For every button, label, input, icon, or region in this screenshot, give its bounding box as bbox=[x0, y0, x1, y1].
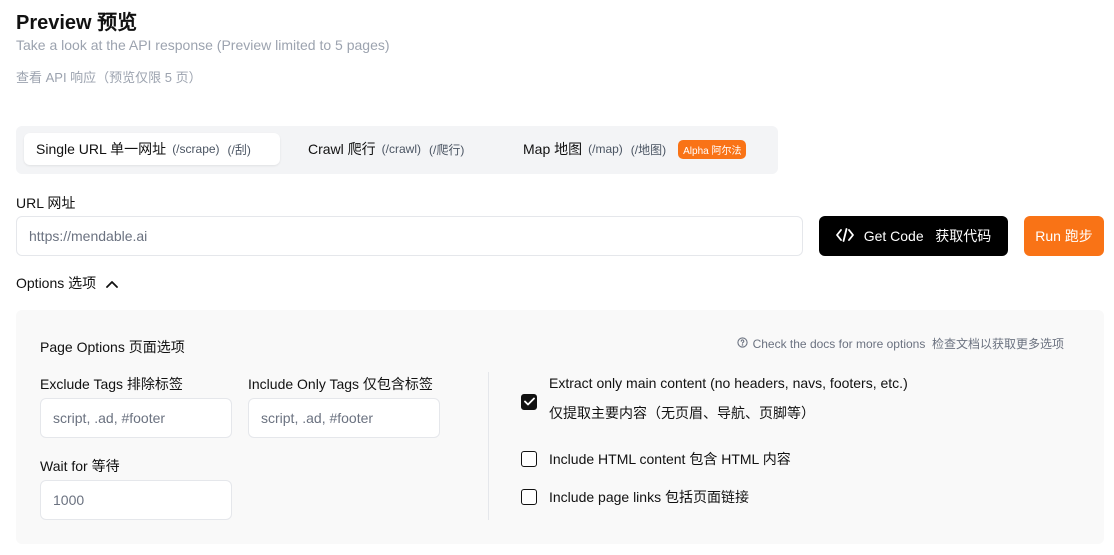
help-circle-icon bbox=[736, 336, 748, 351]
chevron-up-icon bbox=[106, 275, 119, 291]
tab-map[interactable]: Map 地图 (/map) (/地图) Alpha 阿尔法 bbox=[523, 133, 747, 165]
divider bbox=[488, 372, 489, 520]
include-links-label: Include page links 包括页面链接 bbox=[549, 489, 749, 505]
wait-for-input[interactable] bbox=[40, 480, 232, 520]
tab-path: (/crawl) bbox=[381, 142, 421, 156]
code-brackets-icon bbox=[835, 227, 854, 246]
get-code-label: Get Code 获取代码 bbox=[863, 228, 992, 244]
tab-crawl[interactable]: Crawl 爬行 (/crawl) (/爬行) bbox=[308, 133, 464, 165]
only-main-content-label-zh: 仅提取主要内容（无页眉、导航、页脚等） bbox=[549, 405, 815, 421]
include-only-tags-label: Include Only Tags 仅包含标签 bbox=[248, 376, 433, 392]
endpoint-tabs: Single URL 单一网址 (/scrape) (/刮) Crawl 爬行 … bbox=[16, 126, 778, 174]
docs-hint[interactable]: Check the docs for more options 检查文档以获取更… bbox=[736, 335, 1064, 352]
include-html-checkbox[interactable] bbox=[521, 451, 537, 467]
tab-label: Crawl 爬行 bbox=[308, 141, 376, 157]
docs-hint-text: Check the docs for more options 检查文档以获取更… bbox=[752, 337, 1064, 351]
get-code-button[interactable]: Get Code 获取代码 bbox=[819, 216, 1008, 256]
page-subtitle: Take a look at the API response (Preview… bbox=[16, 37, 390, 53]
tab-single-url[interactable]: Single URL 单一网址 (/scrape) (/刮) bbox=[24, 133, 280, 165]
include-html-option: Include HTML content 包含 HTML 内容 bbox=[521, 444, 791, 474]
options-label: Options 选项 bbox=[16, 275, 97, 291]
only-main-content-option: Extract only main content (no headers, n… bbox=[521, 368, 908, 428]
run-button[interactable]: Run 跑步 bbox=[1024, 216, 1104, 256]
alpha-badge: Alpha 阿尔法 bbox=[678, 139, 747, 159]
url-input[interactable] bbox=[16, 216, 803, 256]
exclude-tags-label: Exclude Tags 排除标签 bbox=[40, 376, 183, 392]
tab-label: Single URL 单一网址 bbox=[36, 141, 167, 157]
options-panel: Page Options 页面选项 Check the docs for mor… bbox=[16, 310, 1104, 544]
include-links-checkbox[interactable] bbox=[521, 489, 537, 505]
tab-path: (/map) bbox=[588, 142, 623, 156]
url-label: URL 网址 bbox=[16, 195, 76, 211]
checkmark-icon bbox=[523, 393, 535, 411]
options-toggle[interactable]: Options 选项 bbox=[16, 273, 119, 293]
tab-path-zh: (/爬行) bbox=[429, 142, 465, 157]
include-html-label: Include HTML content 包含 HTML 内容 bbox=[549, 451, 791, 467]
include-links-option: Include page links 包括页面链接 bbox=[521, 482, 749, 512]
only-main-content-checkbox[interactable] bbox=[521, 394, 537, 410]
include-only-tags-input[interactable] bbox=[248, 398, 440, 438]
only-main-content-label: Extract only main content (no headers, n… bbox=[549, 375, 908, 391]
exclude-tags-input[interactable] bbox=[40, 398, 232, 438]
wait-for-label: Wait for 等待 bbox=[40, 458, 120, 474]
page-options-title: Page Options 页面选项 bbox=[40, 339, 185, 355]
tab-label: Map 地图 bbox=[523, 141, 583, 157]
page-subtitle-zh: 查看 API 响应（预览仅限 5 页） bbox=[16, 70, 202, 85]
page-title: Preview 预览 bbox=[16, 12, 138, 34]
tab-path-zh: (/刮) bbox=[227, 142, 251, 157]
tab-path-zh: (/地图) bbox=[630, 142, 667, 157]
tab-path: (/scrape) bbox=[172, 142, 220, 156]
